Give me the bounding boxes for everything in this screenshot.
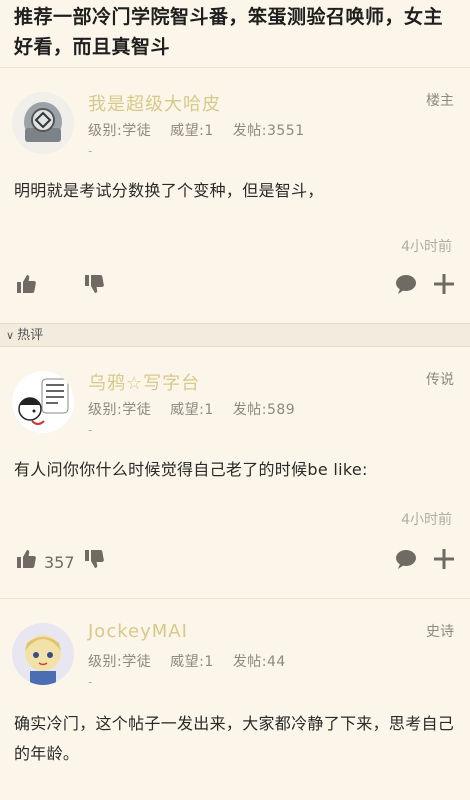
floor-label: 传说 xyxy=(426,372,454,388)
anime-girl-avatar-icon xyxy=(12,623,74,685)
hot-comments-label: 热评 xyxy=(17,328,44,343)
post-body: 确实冷门，这个帖子一发出来，大家都冷静了下来，思考自己的年龄。 xyxy=(14,714,455,763)
thumbs-up-icon[interactable] xyxy=(14,547,38,571)
post-comment: JockeyMAI 级别:学徒 威望:1 发帖:44 - 史诗 确实冷门，这个帖… xyxy=(0,599,470,799)
post-body: 明明就是考试分数换了个变种，但是智斗， xyxy=(14,181,324,200)
floor-label: 史诗 xyxy=(426,624,454,640)
thumbs-down-icon[interactable] xyxy=(82,547,106,571)
post-hot-comment: 乌鸦☆写字台 级别:学徒 威望:1 发帖:589 - 传说 有人问你你什么时候觉… xyxy=(0,347,470,598)
username[interactable]: 我是超级大哈皮 xyxy=(88,90,221,116)
post-header: JockeyMAI 级别:学徒 威望:1 发帖:44 - 史诗 xyxy=(0,599,470,709)
username[interactable]: JockeyMAI xyxy=(88,621,188,642)
like-count: 357 xyxy=(44,553,75,572)
user-post-count: 发帖:3551 xyxy=(232,123,305,139)
avatar[interactable] xyxy=(12,371,74,433)
user-level: 级别:学徒 xyxy=(88,654,152,670)
signature-dash: - xyxy=(88,144,93,158)
user-meta: 级别:学徒 威望:1 发帖:3551 - xyxy=(88,120,319,158)
post-body: 有人问你你什么时候觉得自己老了的时候be like: xyxy=(14,460,368,479)
signature-dash: - xyxy=(88,675,93,689)
user-prestige: 威望:1 xyxy=(170,123,214,139)
post-actions xyxy=(0,264,470,308)
post-header: 乌鸦☆写字台 级别:学徒 威望:1 发帖:589 - 传说 xyxy=(0,347,470,457)
post-time: 4小时前 xyxy=(0,509,470,529)
username[interactable]: 乌鸦☆写字台 xyxy=(88,369,200,395)
thread-page: 推荐一部冷门学院智斗番，笨蛋测验召唤师，女主好看，而且真智斗 我是超级大哈皮 级… xyxy=(0,0,470,800)
user-meta: 级别:学徒 威望:1 发帖:589 - xyxy=(88,399,309,437)
avatar[interactable] xyxy=(12,623,74,685)
plus-icon[interactable] xyxy=(432,547,456,571)
post-actions: 357 xyxy=(0,539,470,583)
hot-comments-bar[interactable]: ∨ 热评 xyxy=(0,323,470,347)
comment-bubble-icon[interactable] xyxy=(394,272,418,296)
post-header: 我是超级大哈皮 级别:学徒 威望:1 发帖:3551 - 楼主 xyxy=(0,68,470,178)
floor-label: 楼主 xyxy=(426,93,454,109)
user-meta: 级别:学徒 威望:1 发帖:44 - xyxy=(88,651,300,689)
user-prestige: 威望:1 xyxy=(170,402,214,418)
post-op: 我是超级大哈皮 级别:学徒 威望:1 发帖:3551 - 楼主 明明就是考试分数… xyxy=(0,68,470,323)
diving-helmet-avatar-icon xyxy=(12,92,74,154)
user-post-count: 发帖:589 xyxy=(232,402,296,418)
plus-icon[interactable] xyxy=(432,272,456,296)
post-time: 4小时前 xyxy=(0,236,470,256)
thread-title: 推荐一部冷门学院智斗番，笨蛋测验召唤师，女主好看，而且真智斗 xyxy=(0,0,470,68)
post-time-text: 4小时前 xyxy=(401,512,452,528)
user-level: 级别:学徒 xyxy=(88,402,152,418)
chevron-down-icon: ∨ xyxy=(6,329,15,342)
thumbs-down-icon[interactable] xyxy=(82,272,106,296)
comment-bubble-icon[interactable] xyxy=(394,547,418,571)
post-time-text: 4小时前 xyxy=(401,239,452,255)
cartoon-character-avatar-icon xyxy=(12,371,74,433)
user-level: 级别:学徒 xyxy=(88,123,152,139)
avatar[interactable] xyxy=(12,92,74,154)
user-prestige: 威望:1 xyxy=(170,654,214,670)
thumbs-up-icon[interactable] xyxy=(14,272,38,296)
signature-dash: - xyxy=(88,423,93,437)
user-post-count: 发帖:44 xyxy=(232,654,286,670)
